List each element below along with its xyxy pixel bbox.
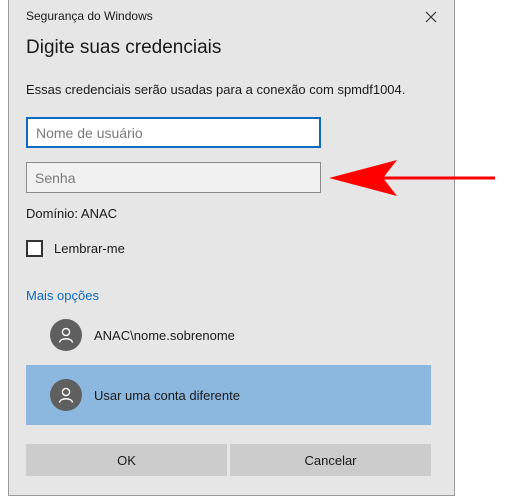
description-text: Essas credenciais serão usadas para a co… bbox=[26, 82, 406, 97]
username-input[interactable] bbox=[26, 117, 321, 148]
account-option-label: ANAC\nome.sobrenome bbox=[94, 327, 235, 343]
credentials-dialog: Segurança do Windows Digite suas credenc… bbox=[8, 0, 455, 496]
account-option-label: Usar uma conta diferente bbox=[94, 387, 240, 403]
domain-label: Domínio: ANAC bbox=[26, 206, 118, 221]
password-input[interactable] bbox=[26, 162, 321, 193]
dialog-heading: Digite suas credenciais bbox=[26, 37, 222, 58]
user-avatar-icon bbox=[50, 379, 82, 411]
cancel-button[interactable]: Cancelar bbox=[230, 444, 431, 476]
account-option-existing[interactable]: ANAC\nome.sobrenome bbox=[26, 306, 431, 364]
checkbox-box[interactable] bbox=[26, 240, 43, 257]
close-button[interactable] bbox=[416, 4, 446, 30]
account-option-different[interactable]: Usar uma conta diferente bbox=[26, 365, 431, 425]
ok-button[interactable]: OK bbox=[26, 444, 227, 476]
user-avatar-icon bbox=[50, 319, 82, 351]
title-bar: Segurança do Windows bbox=[9, 0, 454, 34]
window-title: Segurança do Windows bbox=[26, 9, 153, 23]
more-options-link[interactable]: Mais opções bbox=[26, 288, 99, 303]
remember-me-checkbox[interactable]: Lembrar-me bbox=[26, 240, 125, 257]
close-icon bbox=[425, 11, 437, 23]
remember-me-label: Lembrar-me bbox=[54, 241, 125, 256]
